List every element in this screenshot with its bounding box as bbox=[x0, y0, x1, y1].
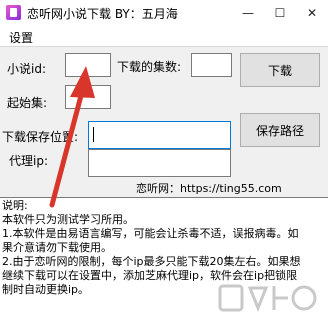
info-line-5: 2.由于恋听网的限制，每个ip最多只能下载20集左右。如果想 bbox=[2, 255, 301, 268]
close-button[interactable]: ✕ bbox=[296, 0, 328, 26]
text-caret bbox=[93, 127, 94, 142]
info-line-1: 说明: bbox=[2, 199, 28, 212]
save-location-input[interactable] bbox=[88, 121, 231, 149]
menu-settings[interactable]: 设置 bbox=[9, 29, 33, 46]
download-button-label: 下载 bbox=[267, 63, 292, 78]
save-path-button-label: 保存路径 bbox=[255, 123, 304, 138]
download-button[interactable]: 下载 bbox=[240, 53, 320, 87]
info-line-4: 果介意请勿下载使用。 bbox=[2, 241, 112, 254]
menu-bar: 设置 bbox=[0, 26, 328, 47]
start-episode-input[interactable] bbox=[65, 85, 111, 109]
window-title: 恋听网小说下载 BY：五月海 bbox=[27, 7, 178, 21]
website-link[interactable]: 恋听网：https://ting55.com bbox=[136, 180, 282, 196]
proxy-ip-input[interactable] bbox=[88, 149, 231, 177]
app-window: 恋听网小说下载 BY：五月海 — ☐ ✕ 设置 小说id: 下载的集数: 下载 … bbox=[0, 0, 328, 320]
episodes-input[interactable] bbox=[191, 53, 232, 77]
novel-id-label: 小说id: bbox=[7, 62, 46, 76]
novel-id-input[interactable] bbox=[65, 53, 111, 77]
info-line-6: 继续下载可以在设置中，添加芝麻代理ip，软件会在ip把锁限 bbox=[2, 269, 298, 282]
minimize-button[interactable]: — bbox=[232, 0, 264, 26]
info-line-7: 制时自动更换ip。 bbox=[2, 283, 90, 296]
app-icon bbox=[6, 5, 21, 20]
episodes-label: 下载的集数: bbox=[117, 60, 182, 74]
info-textbox[interactable]: 说明: 本软件只为测试学习所用。 1.本软件是由易语言编写，可能会让杀毒不适，误… bbox=[0, 197, 328, 320]
info-line-3: 1.本软件是由易语言编写，可能会让杀毒不适，误报病毒。如 bbox=[2, 227, 299, 240]
info-line-2: 本软件只为测试学习所用。 bbox=[2, 213, 134, 226]
save-location-label: 下载保存位置: bbox=[2, 130, 79, 144]
save-path-button[interactable]: 保存路径 bbox=[240, 113, 320, 147]
maximize-button[interactable]: ☐ bbox=[264, 0, 296, 26]
start-episode-label: 起始集: bbox=[7, 96, 48, 110]
proxy-ip-label: 代理ip: bbox=[9, 154, 48, 168]
title-bar[interactable]: 恋听网小说下载 BY：五月海 — ☐ ✕ bbox=[0, 0, 328, 26]
